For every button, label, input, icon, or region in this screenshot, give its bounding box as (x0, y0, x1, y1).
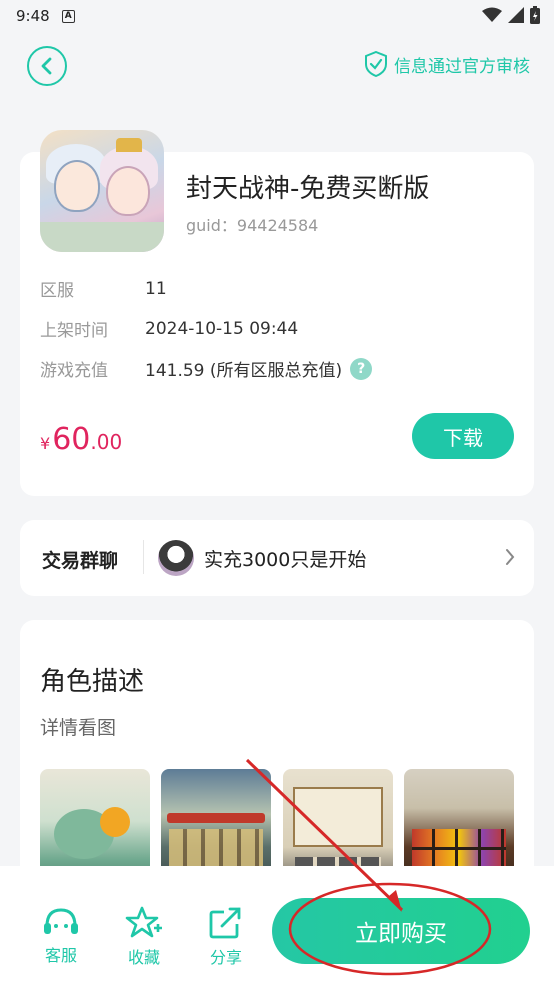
back-button[interactable] (27, 46, 67, 86)
avatar (158, 540, 194, 576)
info-value: 11 (145, 278, 167, 299)
game-guid: guid：94424584 (186, 216, 319, 235)
info-value: 141.59 (所有区服总充值) (145, 361, 343, 381)
info-row-recharge: 游戏充值 141.59 (所有区服总充值) ? (40, 356, 373, 381)
status-bar: 9:48 A (0, 0, 554, 32)
status-icons (482, 6, 540, 24)
price: ¥ 60 .00 (40, 422, 122, 457)
info-label: 区服 (40, 281, 74, 301)
trade-chat-label: 交易群聊 (42, 550, 119, 572)
help-icon[interactable]: ? (350, 357, 373, 380)
description-subtitle: 详情看图 (40, 717, 117, 739)
price-decimal: .00 (90, 430, 123, 454)
info-label: 游戏充值 (40, 361, 108, 381)
header: 信息通过官方审核 (0, 40, 554, 96)
download-button[interactable]: 下载 (412, 413, 514, 459)
share-icon (209, 907, 241, 939)
favorite-button[interactable]: 收藏 (114, 906, 174, 968)
shield-check-icon (365, 51, 387, 77)
share-button[interactable]: 分享 (196, 906, 256, 968)
divider (143, 540, 144, 574)
info-value: 2024-10-15 09:44 (145, 318, 299, 339)
description-title: 角色描述 (40, 667, 145, 697)
chevron-right-icon (506, 549, 515, 565)
info-label: 上架时间 (40, 321, 108, 341)
battery-icon (530, 6, 540, 24)
info-row-listed-time: 上架时间 2024-10-15 09:44 (40, 316, 299, 342)
star-plus-icon (125, 906, 162, 938)
verified-badge: 信息通过官方审核 (364, 51, 530, 77)
game-title: 封天战神-免费买断版 (186, 174, 430, 204)
share-label: 分享 (209, 948, 242, 967)
price-currency: ¥ (40, 434, 51, 453)
verified-text: 信息通过官方审核 (394, 56, 530, 77)
wifi-icon (482, 7, 502, 22)
info-row-server: 区服 11 (40, 276, 167, 302)
customer-service-button[interactable]: 客服 (31, 906, 91, 966)
price-integer: 60 (52, 422, 91, 457)
game-thumbnail (40, 130, 164, 252)
trade-chat-message: 实充3000只是开始 (204, 549, 367, 571)
status-time: 9:48 (16, 7, 50, 25)
favorite-label: 收藏 (127, 948, 160, 967)
customer-service-label: 客服 (44, 946, 77, 965)
signal-icon (508, 7, 524, 23)
notification-icon: A (61, 9, 75, 23)
headset-icon (44, 908, 78, 934)
back-icon (41, 57, 52, 75)
buy-now-button[interactable]: 立即购买 (272, 898, 530, 964)
